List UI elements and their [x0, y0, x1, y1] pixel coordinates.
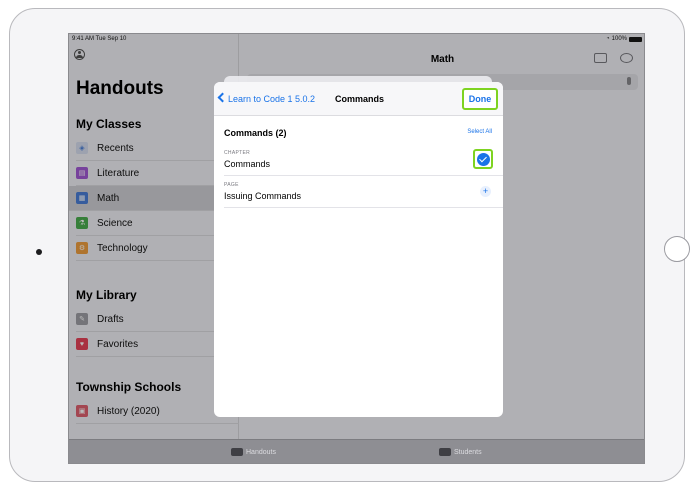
row-caption: PAGE [224, 182, 239, 188]
back-button[interactable]: Learn to Code 1 5.0.2 [228, 94, 315, 104]
tab-students[interactable]: Students [439, 448, 482, 456]
commands-sheet: Learn to Code 1 5.0.2 Commands Done Comm… [214, 82, 503, 417]
home-button[interactable] [664, 236, 690, 262]
row-label: Commands [224, 159, 271, 169]
list-item-chapter[interactable]: CHAPTER Commands [224, 145, 503, 176]
plus-icon[interactable]: + [480, 186, 491, 197]
checkmark-toggle[interactable] [473, 149, 493, 169]
done-button[interactable]: Done [462, 88, 498, 110]
chevron-left-icon[interactable] [217, 92, 228, 103]
row-caption: CHAPTER [224, 150, 250, 156]
select-all-button[interactable]: Select All [467, 129, 492, 135]
ipad-screen: 9:41 AM Tue Sep 10 ◔ 100% Handouts My Cl… [68, 33, 645, 464]
tab-label: Students [454, 448, 482, 456]
list-item-page[interactable]: PAGE Issuing Commands + [224, 177, 503, 208]
front-camera [36, 249, 42, 255]
row-label: Issuing Commands [224, 191, 302, 201]
wifi-icon: ◔ [606, 36, 610, 42]
checkmark-icon [476, 152, 490, 166]
sheet-nav-bar: Learn to Code 1 5.0.2 Commands Done [214, 82, 503, 116]
tab-handouts[interactable]: Handouts [231, 448, 276, 456]
status-bar: 9:41 AM Tue Sep 10 ◔ 100% [69, 34, 644, 46]
tab-label: Handouts [246, 448, 276, 456]
status-indicators: ◔ 100% [606, 36, 642, 42]
battery-icon [629, 36, 642, 42]
battery-percent: 100% [611, 36, 627, 42]
layers-icon [231, 448, 243, 456]
list-heading: Commands (2) [224, 128, 287, 138]
people-icon [439, 448, 451, 456]
tab-bar: Handouts Students [69, 439, 644, 463]
sheet-title: Commands [335, 94, 385, 104]
status-time: 9:41 AM Tue Sep 10 [72, 36, 127, 42]
